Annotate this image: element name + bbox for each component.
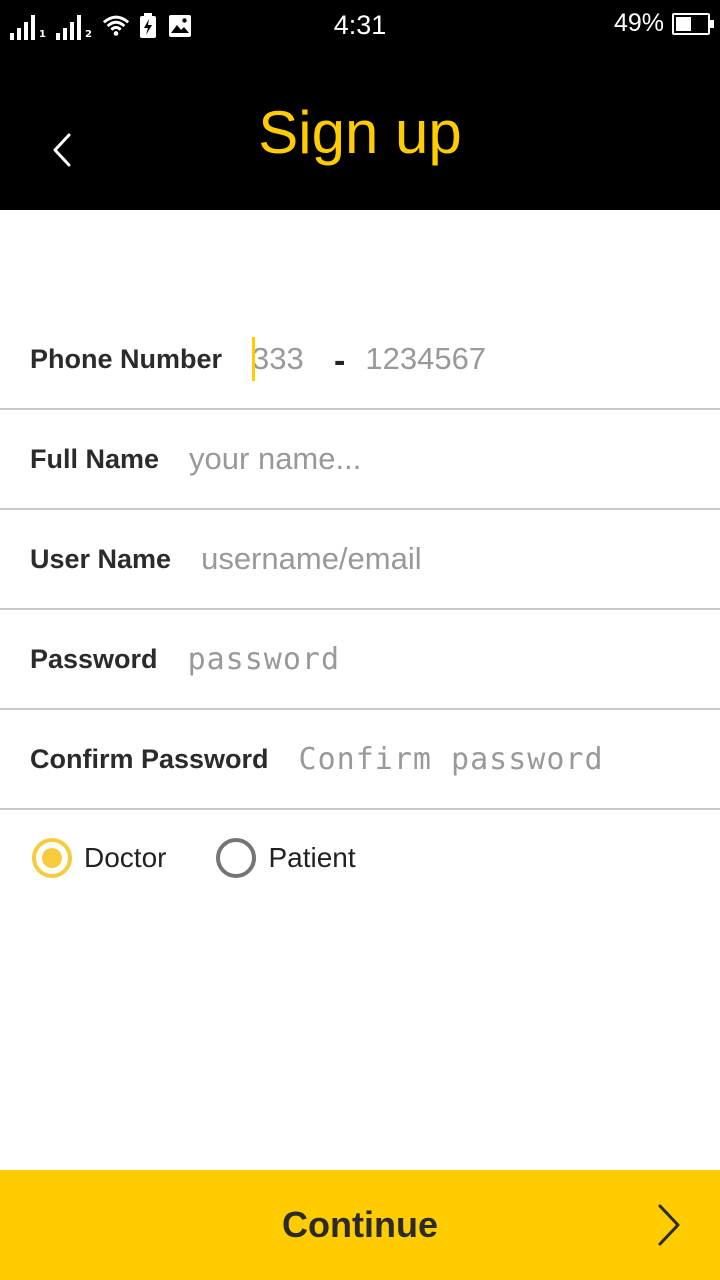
user-name-input[interactable] [201,529,672,589]
status-time: 4:31 [333,10,387,40]
signup-form: Phone Number - Full Name User Name Passw… [0,310,720,810]
radio-patient-label: Patient [268,842,356,873]
full-name-input[interactable] [189,429,660,489]
full-name-row: Full Name [0,410,720,510]
phone-number-field: - [252,329,596,389]
radio-doctor-label: Doctor [84,842,167,873]
battery-percent: 49% [613,9,664,37]
app-header: Sign up [0,50,720,210]
radio-checked-icon [32,838,72,878]
battery-status: 49% [613,9,714,38]
radio-dot [42,848,62,868]
phone-number-row: Phone Number - [0,310,720,410]
continue-button[interactable]: Continue [0,1170,720,1280]
full-name-label: Full Name [30,443,160,474]
radio-unchecked-icon [216,838,257,878]
phone-separator: - [334,342,346,380]
radio-doctor[interactable]: Doctor [32,838,166,878]
battery-fill [676,16,691,31]
user-name-row: User Name [0,510,720,610]
user-name-label: User Name [30,543,172,574]
phone-code-input[interactable] [252,329,319,389]
page-title: Sign up [258,99,462,166]
confirm-password-label: Confirm Password [30,743,269,774]
confirm-password-input[interactable] [298,729,689,789]
role-radio-group: Doctor Patient [32,838,356,878]
password-input[interactable] [187,629,658,689]
text-cursor [252,337,256,381]
password-row: Password [0,610,720,710]
chevron-right-icon [658,1204,680,1246]
confirm-password-row: Confirm Password [0,710,720,810]
password-label: Password [30,643,158,674]
phone-number-input[interactable] [365,329,596,389]
continue-label: Continue [282,1204,438,1245]
radio-patient[interactable]: Patient [216,838,356,878]
battery-icon [672,12,714,35]
phone-number-label: Phone Number [30,343,223,374]
status-bar: 1 2 4:31 49% [0,0,720,50]
